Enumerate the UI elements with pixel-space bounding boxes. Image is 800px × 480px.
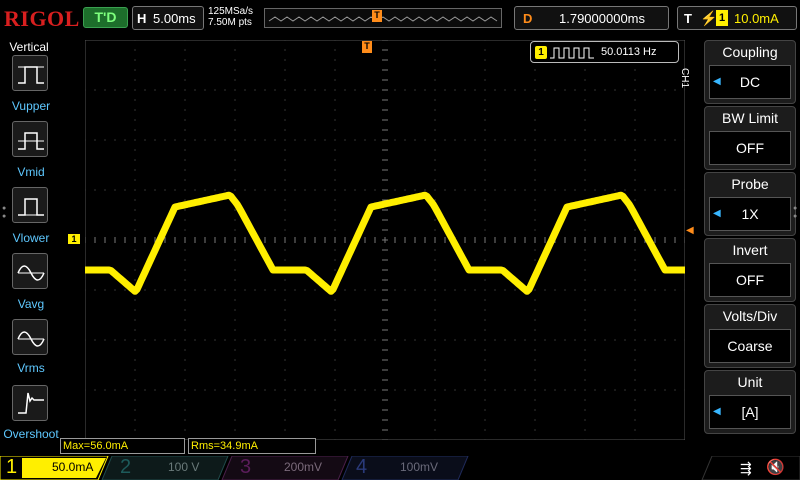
channel-1-number: 1 xyxy=(6,456,18,478)
measure-vupper-label: Vupper xyxy=(11,99,51,113)
menu-page-indicator-left: ● ● xyxy=(2,205,7,220)
menu-bw-limit-label: BW Limit xyxy=(722,110,778,126)
horizontal-timebase[interactable]: H 5.00ms xyxy=(132,6,204,30)
trigger-level-value: 10.0mA xyxy=(734,11,779,26)
menu-coupling[interactable]: Coupling ◀ DC xyxy=(704,40,796,104)
vavg-icon xyxy=(17,265,45,281)
measure-vlower-label: Vlower xyxy=(12,231,50,245)
channel-1-tab[interactable]: 1 50.0mA xyxy=(0,456,108,480)
menu-volts-div-value: Coarse xyxy=(727,338,773,354)
rising-edge-icon: ⚡ xyxy=(700,10,718,26)
measure-vrms-label: Vrms xyxy=(17,361,45,375)
menu-invert-value: OFF xyxy=(736,272,764,288)
memory-depth: 7.50M pts xyxy=(208,17,252,28)
frequency-value: 50.0113 Hz xyxy=(601,46,657,58)
channel-3-tab[interactable]: 3 200mV xyxy=(234,456,344,480)
measure-vavg-label: Vavg xyxy=(17,297,45,311)
channel-2-number: 2 xyxy=(120,456,132,478)
menu-volts-div[interactable]: Volts/Div Coarse xyxy=(704,304,796,368)
menu-volts-div-label: Volts/Div xyxy=(722,308,778,324)
usb-icon: ⇶ xyxy=(740,460,752,476)
ch1-ground-marker[interactable]: 1 xyxy=(68,234,80,244)
delay-key: D xyxy=(523,11,533,26)
menu-bw-limit-value: OFF xyxy=(736,140,764,156)
measure-vmid-button[interactable] xyxy=(12,121,48,157)
measure-vupper-button[interactable] xyxy=(12,55,48,91)
menu-invert[interactable]: Invert OFF xyxy=(704,238,796,302)
measure-vrms-button[interactable] xyxy=(12,319,48,355)
channel-1-scale: 50.0mA xyxy=(52,460,94,474)
menu-unit-value: [A] xyxy=(741,404,759,420)
menu-invert-label: Invert xyxy=(732,242,768,258)
channel-2-scale: 100 V xyxy=(168,460,200,474)
horizontal-key: H xyxy=(137,11,147,26)
measure-vmid-label: Vmid xyxy=(17,165,45,179)
measurement-rms[interactable]: Rms=34.9mA xyxy=(188,438,316,454)
channel-3-scale: 200mV xyxy=(284,460,323,474)
speaker-muted-icon[interactable]: 🔇 xyxy=(766,458,785,476)
menu-probe-value: 1X xyxy=(741,206,759,222)
channel-4-number: 4 xyxy=(356,456,368,478)
channel-4-scale: 100mV xyxy=(400,460,439,474)
vmid-icon xyxy=(18,132,44,150)
trigger-readout[interactable]: T ⚡ 1 10.0mA xyxy=(677,6,797,30)
menu-unit-label: Unit xyxy=(737,374,763,390)
memory-waveform-thumbnail xyxy=(268,16,498,22)
measure-category-title: Vertical xyxy=(9,40,49,54)
vlower-icon xyxy=(18,198,44,216)
menu-coupling-value: DC xyxy=(739,74,761,90)
acquisition-info: 125MSa/s 7.50M pts xyxy=(208,6,253,28)
menu-probe-label: Probe xyxy=(731,176,769,192)
measure-overshoot-button[interactable] xyxy=(12,385,48,421)
channel-3-number: 3 xyxy=(240,456,252,478)
freq-counter-channel: 1 xyxy=(535,46,547,59)
channel-4-tab[interactable]: 4 100mV xyxy=(350,456,460,480)
sample-rate: 125MSa/s xyxy=(208,6,254,17)
menu-coupling-label: Coupling xyxy=(722,44,778,60)
measure-vlower-button[interactable] xyxy=(12,187,48,223)
delay-readout[interactable]: D 1.79000000ms xyxy=(514,6,669,30)
memory-overview xyxy=(264,8,502,28)
vupper-icon xyxy=(18,66,44,84)
trigger-level-marker[interactable]: ◀ xyxy=(686,225,694,236)
trigger-position-marker[interactable]: T xyxy=(372,10,382,22)
measure-vavg-button[interactable] xyxy=(12,253,48,289)
trigger-key: T xyxy=(684,11,692,26)
top-status-bar: RIGOL T'D H 5.00ms 125MSa/s 7.50M pts T … xyxy=(0,0,800,36)
vrms-icon xyxy=(17,331,45,347)
channel-2-tab[interactable]: 2 100 V xyxy=(114,456,224,480)
channel-menu-tag: CH1 xyxy=(679,68,690,89)
trigger-time-marker[interactable]: T xyxy=(362,41,372,53)
trigger-source: 1 xyxy=(716,10,728,26)
measurement-max[interactable]: Max=56.0mA xyxy=(60,438,185,454)
menu-bw-limit[interactable]: BW Limit OFF xyxy=(704,106,796,170)
delay-value: 1.79000000ms xyxy=(559,11,646,26)
trigger-status-badge: T'D xyxy=(83,7,128,28)
waveform-display[interactable] xyxy=(85,40,685,440)
menu-page-indicator-right: ● ● xyxy=(793,205,798,220)
timebase-value: 5.00ms xyxy=(153,11,196,26)
frequency-counter[interactable]: 1 50.0113 Hz xyxy=(530,41,679,63)
overshoot-icon xyxy=(18,392,44,414)
brand-logo: RIGOL xyxy=(4,6,80,31)
measure-overshoot-label: Overshoot xyxy=(3,427,59,441)
menu-unit[interactable]: Unit ◀ [A] xyxy=(704,370,796,434)
square-wave-icon xyxy=(550,47,594,59)
menu-probe[interactable]: Probe ◀ 1X xyxy=(704,172,796,236)
